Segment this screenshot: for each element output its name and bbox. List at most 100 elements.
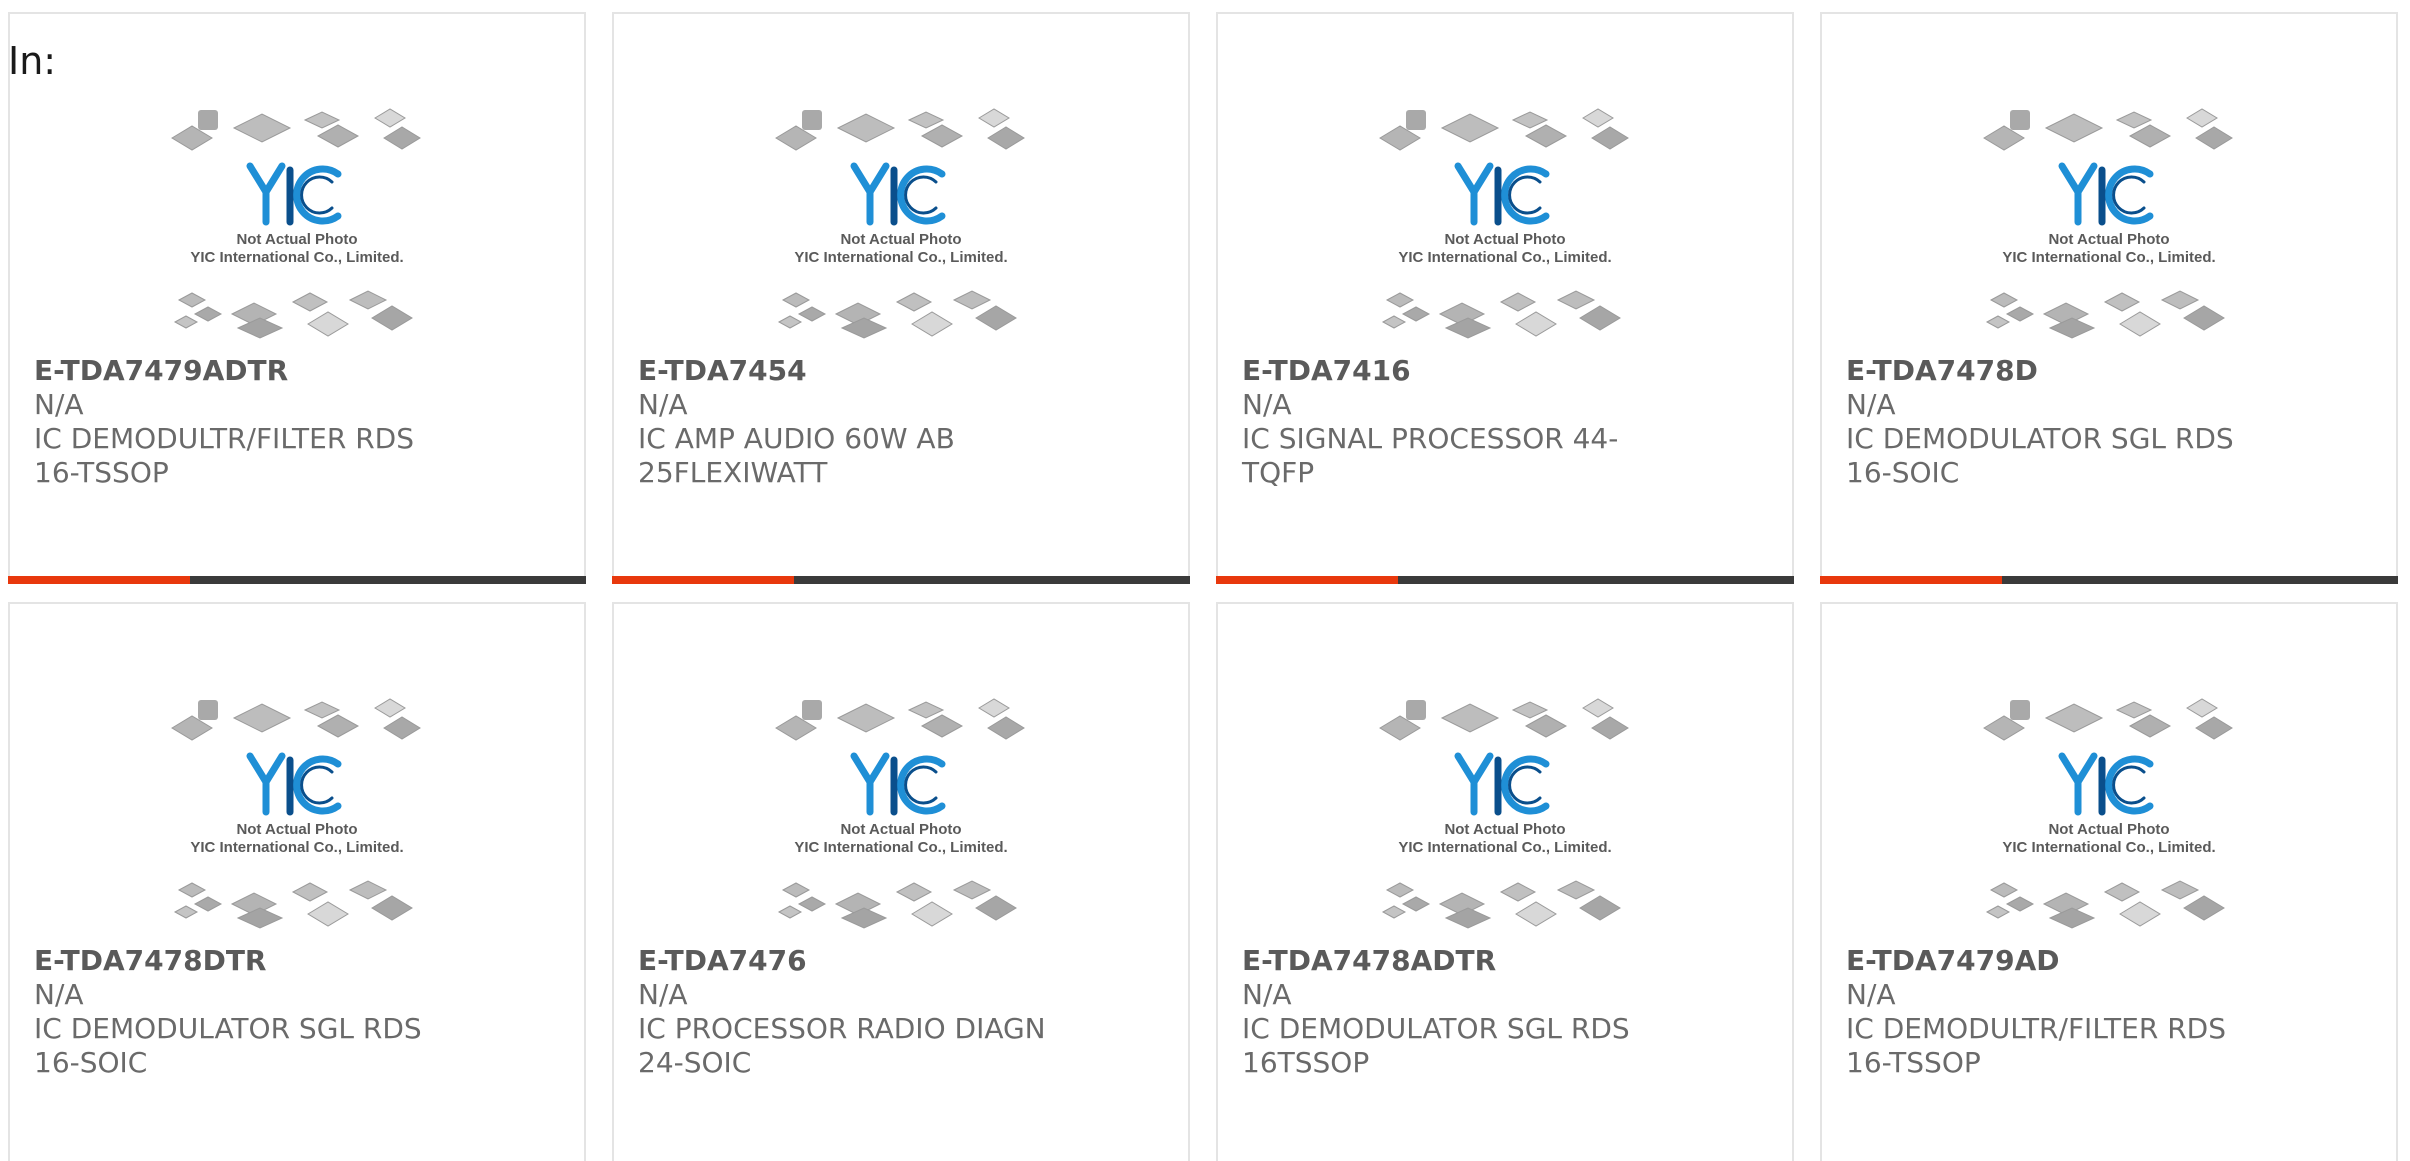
product-card[interactable]: Not Actual Photo YIC International Co., L… — [1216, 602, 1794, 1161]
chip-icon — [1579, 895, 1621, 921]
product-card[interactable]: Not Actual Photo YIC International Co., L… — [612, 602, 1190, 1161]
placeholder-caption: Not Actual Photo — [840, 231, 961, 248]
chip-icon — [2128, 124, 2172, 148]
placeholder-photo: Not Actual PhotoYIC International Co., L… — [171, 108, 421, 339]
chip-icon — [952, 880, 992, 900]
chip-icon — [232, 703, 292, 733]
placeholder-caption: Not Actual Photo — [236, 821, 357, 838]
chip-icon — [198, 700, 218, 720]
product-image[interactable]: Not Actual Photo YIC International Co., L… — [614, 694, 1188, 944]
product-image[interactable]: Not Actual Photo YIC International Co., L… — [1822, 694, 2396, 944]
part-number[interactable]: E-TDA7478DTR — [34, 944, 266, 978]
product-card[interactable]: Not Actual Photo YIC International Co., L… — [8, 602, 586, 1161]
description: IC PROCESSOR RADIO DIAGN 24-SOIC — [638, 1012, 1046, 1079]
chip-icon — [836, 113, 896, 143]
chip-icon — [1499, 882, 1537, 902]
placeholder-caption: Not Actual Photo — [2048, 821, 2169, 838]
part-number[interactable]: E-TDA7416 — [1242, 354, 1411, 388]
chip-icon — [2195, 126, 2233, 150]
product-image[interactable]: Not Actual Photo YIC International Co., L… — [10, 694, 584, 944]
manufacturer: N/A — [34, 978, 84, 1011]
part-number[interactable]: E-TDA7479ADTR — [34, 354, 288, 388]
chip-icon — [173, 905, 199, 919]
chip-icon — [911, 311, 953, 337]
chip-icon — [1381, 905, 1407, 919]
product-card[interactable]: Not Actual Photo YIC International Co., L… — [1820, 602, 2398, 1161]
part-number[interactable]: E-TDA7479AD — [1846, 944, 2060, 978]
manufacturer: N/A — [638, 978, 688, 1011]
chip-icon — [907, 701, 945, 719]
product-image[interactable]: Not Actual Photo YIC International Co., L… — [10, 104, 584, 354]
chip-icon — [1989, 882, 2019, 898]
chip-icon — [2128, 714, 2172, 738]
placeholder-photo: Not Actual PhotoYIC International Co., L… — [1379, 108, 1629, 339]
chip-icon — [303, 701, 341, 719]
part-number[interactable]: E-TDA7478ADTR — [1242, 944, 1496, 978]
chip-icon — [1524, 124, 1568, 148]
description: IC SIGNAL PROCESSOR 44-TQFP — [1242, 422, 1619, 489]
product-image[interactable]: Not Actual Photo YIC International Co., L… — [1218, 694, 1792, 944]
chip-icon — [383, 126, 421, 150]
chip-icon — [2115, 701, 2153, 719]
yic-logo — [2058, 162, 2154, 226]
description: IC AMP AUDIO 60W AB 25FLEXIWATT — [638, 422, 955, 489]
card-bottom-bar — [1820, 576, 2398, 584]
product-card[interactable]: Not Actual Photo YIC International Co., L… — [612, 12, 1190, 584]
chip-icon — [303, 111, 341, 129]
chip-icon — [291, 292, 329, 312]
manufacturer: N/A — [1242, 388, 1292, 421]
part-number[interactable]: E-TDA7454 — [638, 354, 807, 388]
part-number[interactable]: E-TDA7476 — [638, 944, 807, 978]
card-accent-bar — [1820, 576, 2002, 584]
chip-icon — [952, 290, 992, 310]
placeholder-photo: Not Actual PhotoYIC International Co., L… — [1379, 698, 1629, 929]
chip-icon — [2119, 311, 2161, 337]
manufacturer: N/A — [34, 388, 84, 421]
manufacturer: N/A — [1846, 978, 1896, 1011]
chip-icon — [371, 305, 413, 331]
chip-icon — [232, 113, 292, 143]
part-number[interactable]: E-TDA7478D — [1846, 354, 2038, 388]
chip-icon — [1582, 108, 1614, 128]
placeholder-caption: YIC International Co., Limited. — [1398, 839, 1611, 856]
chip-icon — [2115, 111, 2153, 129]
chip-icon — [1985, 905, 2011, 919]
manufacturer: N/A — [1242, 978, 1292, 1011]
yic-logo — [1454, 162, 1550, 226]
manufacturer: N/A — [638, 388, 688, 421]
description: IC DEMODULATOR SGL RDS 16-SOIC — [1846, 422, 2234, 489]
product-image[interactable]: Not Actual Photo YIC International Co., L… — [1822, 104, 2396, 354]
chip-icon — [198, 110, 218, 130]
chip-icon — [1591, 126, 1629, 150]
chip-icon — [1440, 703, 1500, 733]
yic-logo — [246, 752, 342, 816]
card-accent-bar — [612, 576, 794, 584]
placeholder-photo: Not Actual PhotoYIC International Co., L… — [171, 698, 421, 929]
chip-icon — [2160, 880, 2200, 900]
chip-icon — [836, 703, 896, 733]
product-card[interactable]: Not Actual Photo YIC International Co., L… — [1820, 12, 2398, 584]
chip-icon — [1515, 311, 1557, 337]
product-image[interactable]: Not Actual Photo YIC International Co., L… — [614, 104, 1188, 354]
product-card[interactable]: Not Actual Photo YIC International Co., L… — [8, 12, 586, 584]
chip-icon — [1515, 901, 1557, 927]
chip-icon — [1524, 714, 1568, 738]
chip-icon — [193, 896, 223, 912]
chip-icon — [2103, 292, 2141, 312]
placeholder-caption: YIC International Co., Limited. — [1398, 249, 1611, 266]
card-bottom-bar — [8, 576, 586, 584]
product-image[interactable]: Not Actual Photo YIC International Co., L… — [1218, 104, 1792, 354]
chip-icon — [1381, 315, 1407, 329]
chip-icon — [177, 292, 207, 308]
chip-icon — [1989, 292, 2019, 308]
chip-icon — [371, 895, 413, 921]
chip-icon — [2183, 305, 2225, 331]
product-card[interactable]: Not Actual Photo YIC International Co., L… — [1216, 12, 1794, 584]
chip-icon — [975, 895, 1017, 921]
chip-icon — [348, 880, 388, 900]
yic-logo — [1454, 752, 1550, 816]
placeholder-photo: Not Actual PhotoYIC International Co., L… — [775, 108, 1025, 339]
chip-icon — [781, 292, 811, 308]
chip-icon — [920, 124, 964, 148]
chip-icon — [1556, 290, 1596, 310]
